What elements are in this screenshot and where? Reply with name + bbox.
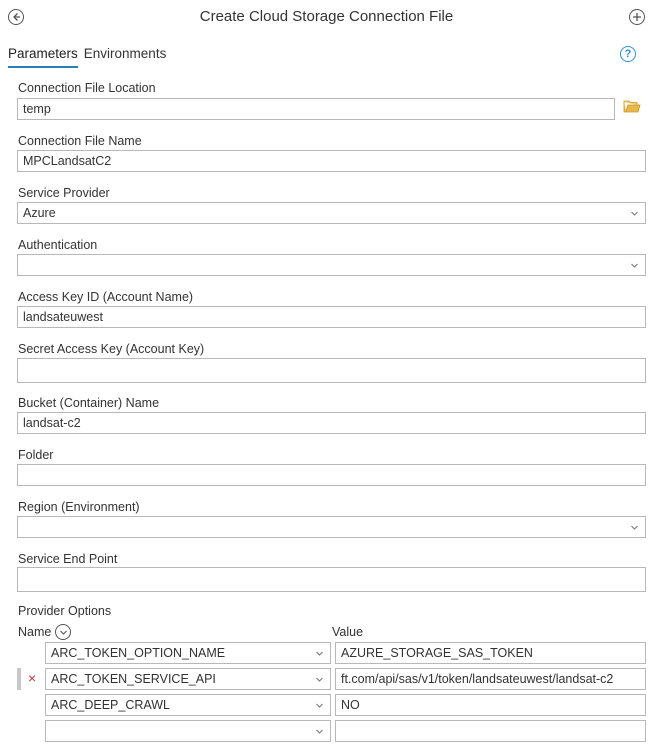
name-column-header: Name [18,624,72,640]
provider-option-name: ARC_DEEP_CRAWL [51,698,171,712]
chevron-down-circle-icon[interactable] [55,624,72,640]
chevron-down-icon [631,211,638,216]
folder-input[interactable] [17,464,646,486]
chevron-down-icon [631,263,638,268]
connection-file-location-input[interactable]: temp [17,98,615,120]
connection-file-name-label: Connection File Name [18,134,142,148]
connection-file-name-input[interactable]: MPCLandsatC2 [17,150,646,172]
region-label: Region (Environment) [18,500,140,514]
tab-bar: Parameters Environments [8,44,166,68]
bucket-name-input[interactable]: landsat-c2 [17,412,646,434]
secret-access-key-input[interactable] [17,358,646,383]
chevron-down-icon [316,677,323,682]
folder-icon[interactable] [623,99,641,114]
tool-pane: Create Cloud Storage Connection File Par… [0,0,653,746]
access-key-id-input[interactable]: landsateuwest [17,306,646,328]
authentication-label: Authentication [18,238,98,252]
provider-option-name-select[interactable]: ARC_TOKEN_OPTION_NAME [45,642,331,664]
service-provider-select[interactable]: Azure [17,202,646,224]
provider-option-row: ARC_DEEP_CRAWL NO [0,694,653,716]
tab-environments[interactable]: Environments [84,44,167,68]
service-provider-label: Service Provider [18,186,110,200]
service-provider-value: Azure [23,206,56,220]
secret-access-key-label: Secret Access Key (Account Key) [18,342,205,356]
row-drag-handle[interactable] [17,668,21,690]
pane-title: Create Cloud Storage Connection File [199,8,454,25]
provider-option-name: ARC_TOKEN_SERVICE_API [51,672,216,686]
provider-option-value-input[interactable]: AZURE_STORAGE_SAS_TOKEN [335,642,646,664]
provider-option-name-select[interactable]: ARC_DEEP_CRAWL [45,694,331,716]
plus-icon[interactable] [629,9,645,25]
bucket-name-label: Bucket (Container) Name [18,396,160,410]
chevron-down-icon [316,729,323,734]
help-icon[interactable]: ? [620,46,636,62]
region-select[interactable] [17,516,646,538]
provider-options-label: Provider Options [18,604,112,618]
folder-label: Folder [18,448,54,462]
connection-file-location-label: Connection File Location [18,81,156,95]
access-key-id-label: Access Key ID (Account Name) [18,290,194,304]
provider-option-row: × ARC_TOKEN_SERVICE_API ft.com/api/sas/v… [0,668,653,690]
provider-option-name: ARC_TOKEN_OPTION_NAME [51,646,226,660]
tab-parameters[interactable]: Parameters [8,44,78,68]
service-end-point-label: Service End Point [18,552,118,566]
service-end-point-input[interactable] [17,567,646,592]
provider-option-value-input[interactable]: ft.com/api/sas/v1/token/landsateuwest/la… [335,668,646,690]
provider-option-value-input[interactable]: NO [335,694,646,716]
name-header-label: Name [18,625,52,639]
provider-option-value-input[interactable] [335,720,646,742]
provider-option-name-select[interactable] [45,720,331,742]
provider-option-name-select[interactable]: ARC_TOKEN_SERVICE_API [45,668,331,690]
provider-option-row [0,720,653,742]
provider-option-row: ARC_TOKEN_OPTION_NAME AZURE_STORAGE_SAS_… [0,642,653,664]
chevron-down-icon [631,525,638,530]
value-column-header: Value [332,625,364,639]
authentication-select[interactable] [17,254,646,276]
chevron-down-icon [316,651,323,656]
pane-header: Create Cloud Storage Connection File [0,0,653,38]
delete-row-icon[interactable]: × [28,670,36,686]
chevron-down-icon [316,703,323,708]
